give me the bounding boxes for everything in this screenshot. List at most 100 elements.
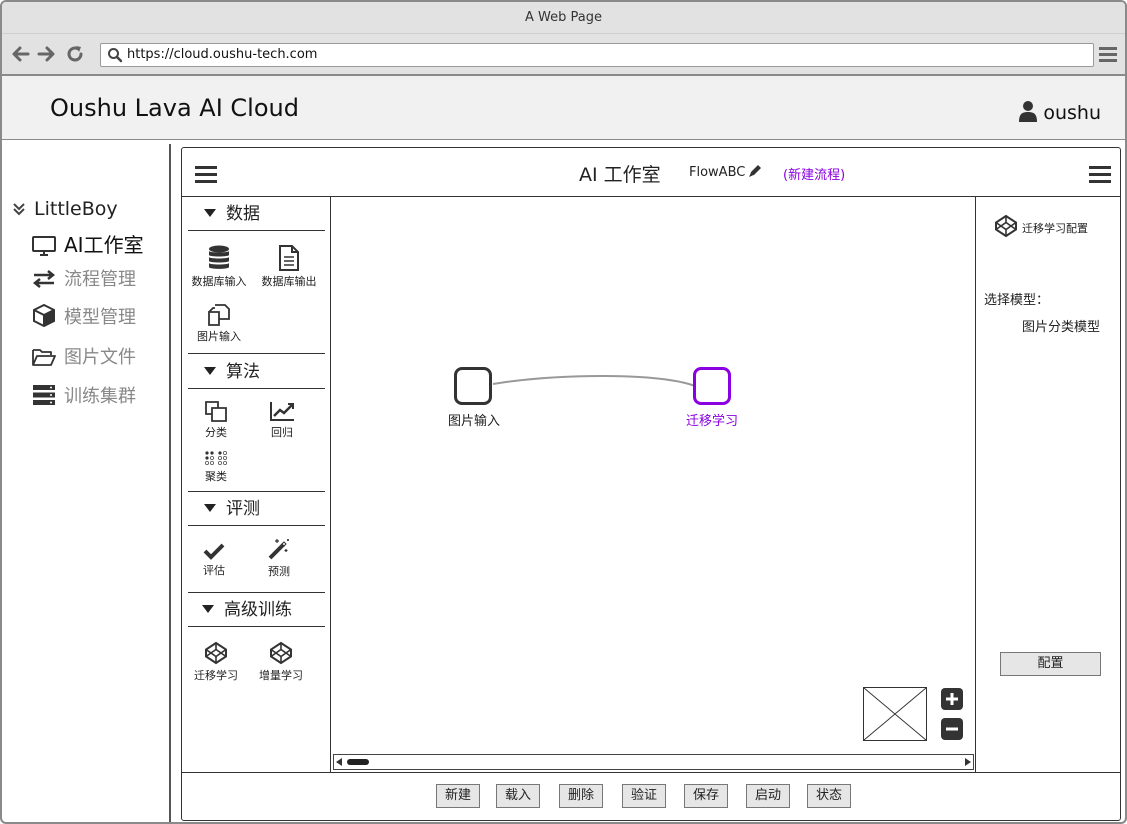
save-button[interactable]: 保存 xyxy=(684,784,729,808)
tool-transfer-learning[interactable]: 迁移学习 xyxy=(184,641,248,683)
flow-name[interactable]: FlowABC xyxy=(689,164,762,180)
caret-down-icon xyxy=(202,605,214,613)
tool-regression[interactable]: 回归 xyxy=(250,400,314,440)
url-text: https://cloud.oushu-tech.com xyxy=(127,47,318,62)
monitor-icon xyxy=(32,236,56,256)
user-menu[interactable]: oushu xyxy=(1019,100,1101,124)
studio-header: AI 工作室 FlowABC (新建流程) xyxy=(182,148,1120,197)
load-button[interactable]: 载入 xyxy=(496,784,541,808)
properties-menu-icon[interactable] xyxy=(1089,165,1111,183)
tool-label: 数据库输入 xyxy=(191,275,247,288)
double-chevron-down-icon xyxy=(13,203,25,216)
tool-predict[interactable]: 预测 xyxy=(247,537,311,579)
palette-section-advanced-training[interactable]: 高级训练 xyxy=(188,593,325,627)
project-name: LittleBoy xyxy=(34,198,118,220)
tool-evaluate[interactable]: 评估 xyxy=(182,542,246,578)
node-label: 图片输入 xyxy=(448,414,501,429)
palette-section-data[interactable]: 数据 xyxy=(188,197,325,231)
tool-database-output[interactable]: 数据库输出 xyxy=(257,245,321,289)
model-select-value[interactable]: 图片分类模型 xyxy=(1022,316,1100,335)
project-selector[interactable]: LittleBoy xyxy=(12,198,118,220)
address-bar[interactable]: https://cloud.oushu-tech.com xyxy=(100,43,1094,67)
sidebar-item-ai-studio[interactable]: AI工作室 xyxy=(32,229,144,258)
scrollbar-thumb[interactable] xyxy=(347,759,369,765)
tool-label: 聚类 xyxy=(205,470,227,483)
browser-title: A Web Page xyxy=(2,2,1125,34)
sidebar-item-training-cluster[interactable]: 训练集群 xyxy=(32,382,136,408)
minimap[interactable] xyxy=(863,687,927,741)
server-icon xyxy=(33,385,55,405)
palette-section-evaluation[interactable]: 评测 xyxy=(188,492,325,526)
sidebar-item-label: 流程管理 xyxy=(64,269,136,290)
status-button[interactable]: 状态 xyxy=(807,784,852,808)
tool-label: 分类 xyxy=(205,426,227,439)
flow-canvas[interactable]: 图片输入 迁移学习 xyxy=(331,197,975,772)
dots-grid-icon xyxy=(204,450,227,465)
caret-down-icon xyxy=(204,504,216,512)
section-title: 数据 xyxy=(226,204,260,224)
tool-database-input[interactable]: 数据库输入 xyxy=(187,245,251,289)
database-icon xyxy=(209,245,229,269)
section-title: 算法 xyxy=(226,362,260,382)
browser-menu-icon[interactable] xyxy=(1099,45,1117,63)
scroll-left-icon[interactable] xyxy=(336,758,342,766)
tool-label: 迁移学习 xyxy=(194,669,238,682)
checkmark-icon xyxy=(203,543,225,560)
tool-image-input[interactable]: 图片输入 xyxy=(187,304,251,344)
tool-classification[interactable]: 分类 xyxy=(184,400,248,440)
username: oushu xyxy=(1043,102,1101,124)
sidebar-item-flow-management[interactable]: 流程管理 xyxy=(32,265,136,291)
sidebar-divider xyxy=(169,144,171,822)
config-button[interactable]: 配置 xyxy=(1000,652,1101,676)
folder-open-icon xyxy=(32,349,56,366)
flow-name-text: FlowABC xyxy=(689,165,746,180)
forward-arrow-icon[interactable] xyxy=(35,43,57,65)
codepen-icon xyxy=(270,641,292,665)
sidebar: LittleBoy AI工作室 流程管理 模型管理 图片文件 训练集群 xyxy=(2,141,170,822)
codepen-icon xyxy=(995,214,1017,238)
flow-node-image-input[interactable] xyxy=(454,367,492,405)
flow-node-transfer-learning[interactable] xyxy=(693,367,731,405)
section-divider xyxy=(188,353,325,354)
search-icon xyxy=(108,48,123,63)
reload-icon[interactable] xyxy=(64,43,86,65)
pencil-icon[interactable] xyxy=(748,164,762,178)
properties-title-text: 迁移学习配置 xyxy=(1022,222,1088,235)
scroll-right-icon[interactable] xyxy=(965,758,971,766)
sidebar-item-image-files[interactable]: 图片文件 xyxy=(32,343,136,369)
sidebar-item-model-management[interactable]: 模型管理 xyxy=(32,303,136,329)
properties-title: 迁移学习配置 xyxy=(994,214,1088,238)
zoom-out-icon[interactable] xyxy=(941,718,963,740)
tool-incremental-learning[interactable]: 增量学习 xyxy=(249,641,313,683)
new-button[interactable]: 新建 xyxy=(436,784,481,808)
back-arrow-icon[interactable] xyxy=(10,43,32,65)
palette-section-algorithm[interactable]: 算法 xyxy=(188,355,325,389)
canvas-horizontal-scrollbar[interactable] xyxy=(333,754,974,770)
model-select-label: 选择模型： xyxy=(984,293,1050,308)
document-icon xyxy=(279,245,299,271)
node-label: 迁移学习 xyxy=(686,414,739,429)
caret-down-icon xyxy=(204,209,216,217)
magic-wand-icon xyxy=(268,539,289,560)
edge-connector xyxy=(492,374,696,387)
browser-window: A Web Page https://cloud.oushu-tech.com … xyxy=(0,0,1127,824)
studio-footer: 新建 载入 删除 验证 保存 启动 状态 xyxy=(182,772,1120,821)
zoom-in-icon[interactable] xyxy=(941,688,963,710)
component-palette: 数据 数据库输入 数据库输出 图片输入 算法 分类 回归 聚类 评测 评估 预测… xyxy=(182,197,331,772)
cube-icon xyxy=(33,303,55,328)
tool-label: 回归 xyxy=(271,426,293,439)
start-button[interactable]: 启动 xyxy=(746,784,791,808)
sidebar-item-label: 图片文件 xyxy=(64,347,136,368)
new-flow-link[interactable]: (新建流程) xyxy=(783,164,845,183)
delete-button[interactable]: 删除 xyxy=(559,784,604,808)
palette-menu-icon[interactable] xyxy=(195,165,217,183)
sidebar-item-label: AI工作室 xyxy=(64,233,144,257)
tool-clustering[interactable]: 聚类 xyxy=(184,450,248,484)
validate-button[interactable]: 验证 xyxy=(622,784,667,808)
browser-toolbar: https://cloud.oushu-tech.com xyxy=(2,34,1125,76)
clone-icon xyxy=(205,401,227,422)
tool-label: 评估 xyxy=(203,564,225,577)
tool-label: 图片输入 xyxy=(197,330,241,343)
tool-label: 预测 xyxy=(268,565,290,578)
section-title: 高级训练 xyxy=(224,600,292,620)
